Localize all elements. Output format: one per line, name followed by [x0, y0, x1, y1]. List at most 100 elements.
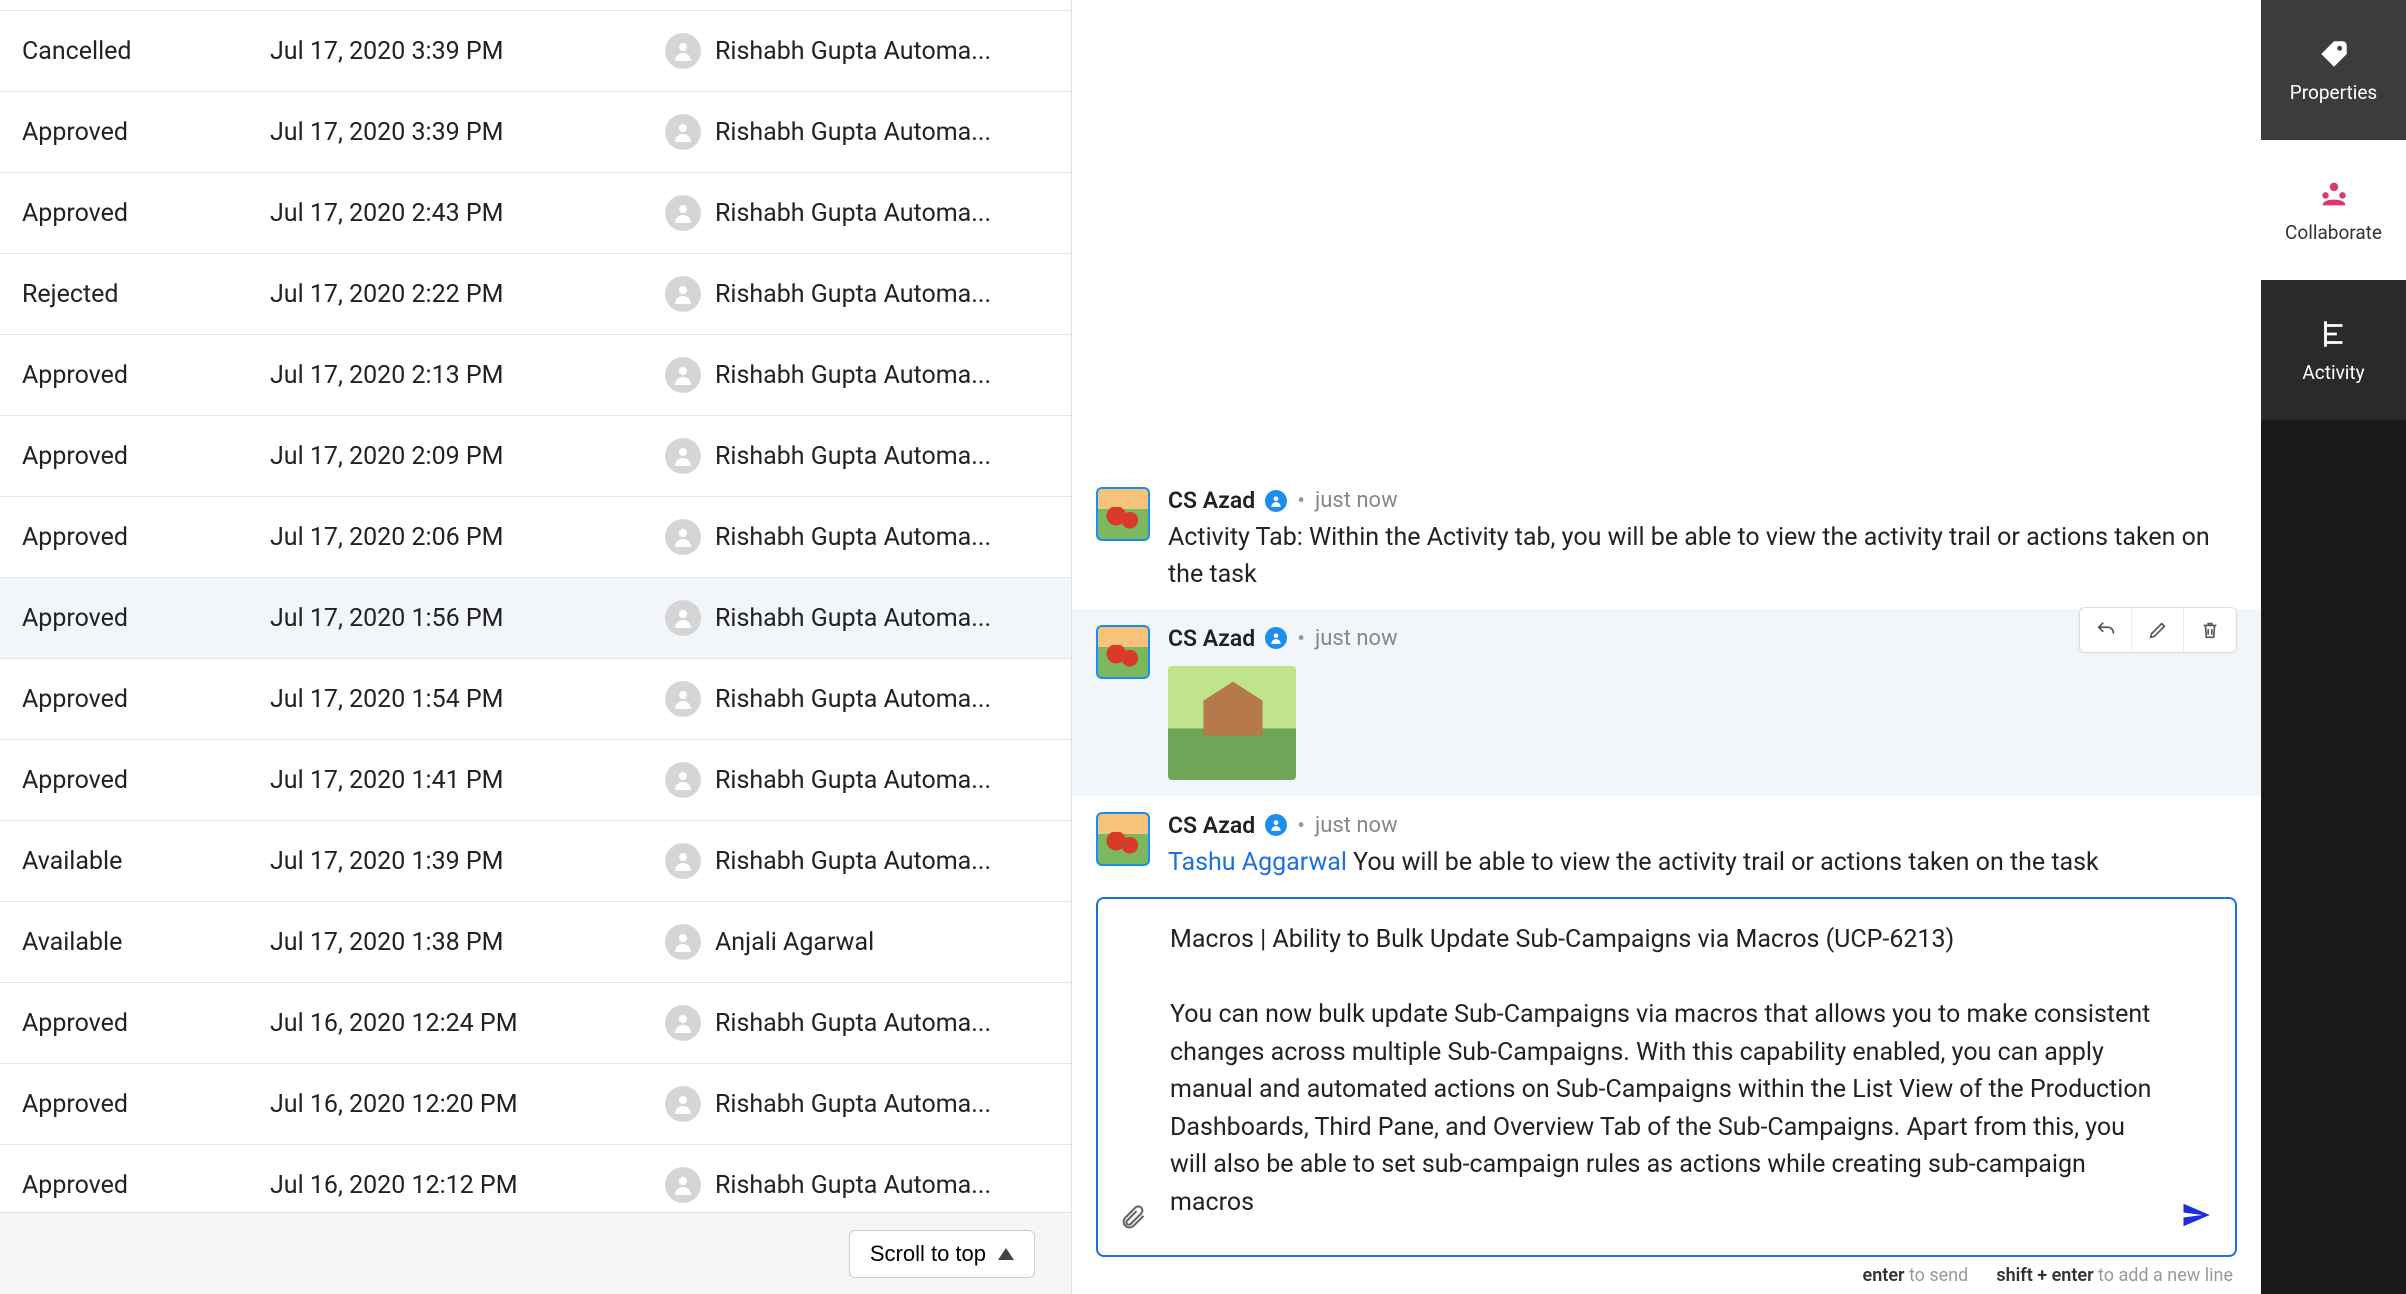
reply-button[interactable] — [2080, 608, 2132, 652]
avatar — [665, 438, 701, 474]
table-row[interactable]: Approved Jul 17, 2020 2:09 PM Rishabh Gu… — [0, 416, 1071, 497]
user-cell: Rishabh Gupta Automa... — [665, 600, 1071, 636]
date-cell: Jul 17, 2020 3:39 PM — [270, 37, 665, 66]
date-cell: Jul 16, 2020 12:20 PM — [270, 1090, 665, 1119]
attach-button[interactable] — [1116, 1201, 1150, 1235]
table-row[interactable]: Approved Jul 17, 2020 2:43 PM Rishabh Gu… — [0, 173, 1071, 254]
status-cell: Available — [0, 847, 270, 876]
status-cell: Approved — [0, 523, 270, 552]
avatar[interactable] — [1096, 487, 1150, 541]
avatar[interactable] — [1096, 812, 1150, 866]
date-cell: Jul 17, 2020 1:54 PM — [270, 685, 665, 714]
table-row[interactable]: Approved Jul 17, 2020 2:13 PM Rishabh Gu… — [0, 335, 1071, 416]
user-cell: Rishabh Gupta Automa... — [665, 681, 1071, 717]
user-cell: Rishabh Gupta Automa... — [665, 519, 1071, 555]
pencil-icon — [2147, 619, 2169, 641]
right-rail: Properties Collaborate Activity — [2261, 0, 2406, 1294]
edit-button[interactable] — [2132, 608, 2184, 652]
feed-item: CS Azad • just now Activity Tab: Within … — [1072, 471, 2261, 609]
user-cell: Rishabh Gupta Automa... — [665, 114, 1071, 150]
status-cell: Approved — [0, 1009, 270, 1038]
date-cell: Jul 16, 2020 12:24 PM — [270, 1009, 665, 1038]
rail-spacer — [2261, 420, 2406, 1294]
user-name-label: Rishabh Gupta Automa... — [715, 685, 991, 714]
user-cell: Rishabh Gupta Automa... — [665, 1005, 1071, 1041]
date-cell: Jul 17, 2020 1:41 PM — [270, 766, 665, 795]
user-name-label: Rishabh Gupta Automa... — [715, 280, 991, 309]
feed-meta: CS Azad • just now — [1168, 625, 2237, 652]
send-icon — [2181, 1200, 2211, 1230]
status-cell: Available — [0, 928, 270, 957]
user-cell: Rishabh Gupta Automa... — [665, 843, 1071, 879]
rail-activity[interactable]: Activity — [2261, 280, 2406, 420]
author-name[interactable]: CS Azad — [1168, 625, 1255, 652]
table-row[interactable]: Approved Jul 17, 2020 2:06 PM Rishabh Gu… — [0, 497, 1071, 578]
status-cell: Rejected — [0, 280, 270, 309]
avatar — [665, 1086, 701, 1122]
table-row[interactable]: Approved Jul 16, 2020 12:24 PM Rishabh G… — [0, 983, 1071, 1064]
date-cell: Jul 17, 2020 1:39 PM — [270, 847, 665, 876]
status-cell: Approved — [0, 199, 270, 228]
feed-image-attachment[interactable] — [1168, 666, 1296, 780]
avatar — [665, 762, 701, 798]
avatar — [665, 357, 701, 393]
date-cell: Jul 17, 2020 3:39 PM — [270, 118, 665, 147]
table-row[interactable]: Available Jul 17, 2020 1:39 PM Rishabh G… — [0, 821, 1071, 902]
status-cell: Approved — [0, 1171, 270, 1200]
user-name-label: Rishabh Gupta Automa... — [715, 37, 991, 66]
status-cell: Approved — [0, 361, 270, 390]
author-name[interactable]: CS Azad — [1168, 487, 1255, 514]
user-name-label: Rishabh Gupta Automa... — [715, 199, 991, 228]
date-cell: Jul 17, 2020 2:13 PM — [270, 361, 665, 390]
timestamp: just now — [1315, 626, 1398, 651]
date-cell: Jul 16, 2020 12:12 PM — [270, 1171, 665, 1200]
trash-icon — [2199, 619, 2221, 641]
rail-properties[interactable]: Properties — [2261, 0, 2406, 140]
table-row[interactable]: Rejected Jul 17, 2020 2:22 PM Rishabh Gu… — [0, 254, 1071, 335]
feed-item: CS Azad • just now Tashu Aggarwal You wi… — [1072, 796, 2261, 897]
table-row[interactable]: Available Jul 17, 2020 1:38 PM Anjali Ag… — [0, 902, 1071, 983]
feed-meta: CS Azad • just now — [1168, 487, 2237, 514]
scroll-to-top-button[interactable]: Scroll to top — [849, 1230, 1035, 1278]
tag-icon — [2317, 37, 2351, 71]
table-row[interactable]: Approved Jul 17, 2020 1:56 PM Rishabh Gu… — [0, 578, 1071, 659]
activity-panel: CS Azad • just now Activity Tab: Within … — [1072, 0, 2261, 1294]
table-row[interactable]: Approved Jul 16, 2020 12:20 PM Rishabh G… — [0, 1064, 1071, 1145]
status-cell: Approved — [0, 118, 270, 147]
date-cell: Jul 17, 2020 2:43 PM — [270, 199, 665, 228]
activity-icon — [2317, 317, 2351, 351]
avatar — [665, 1167, 701, 1203]
status-cell: Approved — [0, 604, 270, 633]
mention-link[interactable]: Tashu Aggarwal — [1168, 848, 1347, 877]
user-name-label: Rishabh Gupta Automa... — [715, 361, 991, 390]
user-name-label: Rishabh Gupta Automa... — [715, 1171, 991, 1200]
separator-dot: • — [1297, 812, 1305, 839]
table-row[interactable]: Approved Jul 17, 2020 5:07 PM Rishabh Gu… — [0, 0, 1071, 11]
feed-meta: CS Azad • just now — [1168, 812, 2237, 839]
compose-hints: enter to send shift + enter to add a new… — [1096, 1257, 2237, 1286]
reply-icon — [2095, 619, 2117, 641]
user-cell: Rishabh Gupta Automa... — [665, 357, 1071, 393]
table-row[interactable]: Cancelled Jul 17, 2020 3:39 PM Rishabh G… — [0, 11, 1071, 92]
feed-text: Activity Tab: Within the Activity tab, y… — [1168, 520, 2237, 593]
rail-collaborate[interactable]: Collaborate — [2261, 140, 2406, 280]
compose-textarea[interactable] — [1170, 921, 2163, 1221]
table-row[interactable]: Approved Jul 17, 2020 3:39 PM Rishabh Gu… — [0, 92, 1071, 173]
user-cell: Rishabh Gupta Automa... — [665, 1086, 1071, 1122]
table-row[interactable]: Approved Jul 17, 2020 1:41 PM Rishabh Gu… — [0, 740, 1071, 821]
user-cell: Anjali Agarwal — [665, 924, 1071, 960]
avatar — [665, 519, 701, 555]
status-cell: Approved — [0, 442, 270, 471]
user-name-label: Rishabh Gupta Automa... — [715, 118, 991, 147]
avatar[interactable] — [1096, 625, 1150, 679]
separator-dot: • — [1297, 487, 1305, 514]
send-button[interactable] — [2177, 1197, 2215, 1235]
delete-button[interactable] — [2184, 608, 2236, 652]
user-name-label: Rishabh Gupta Automa... — [715, 1090, 991, 1119]
avatar — [665, 843, 701, 879]
table-row[interactable]: Approved Jul 17, 2020 1:54 PM Rishabh Gu… — [0, 659, 1071, 740]
avatar — [665, 600, 701, 636]
author-name[interactable]: CS Azad — [1168, 812, 1255, 839]
user-cell: Rishabh Gupta Automa... — [665, 33, 1071, 69]
verified-badge-icon — [1265, 627, 1287, 649]
